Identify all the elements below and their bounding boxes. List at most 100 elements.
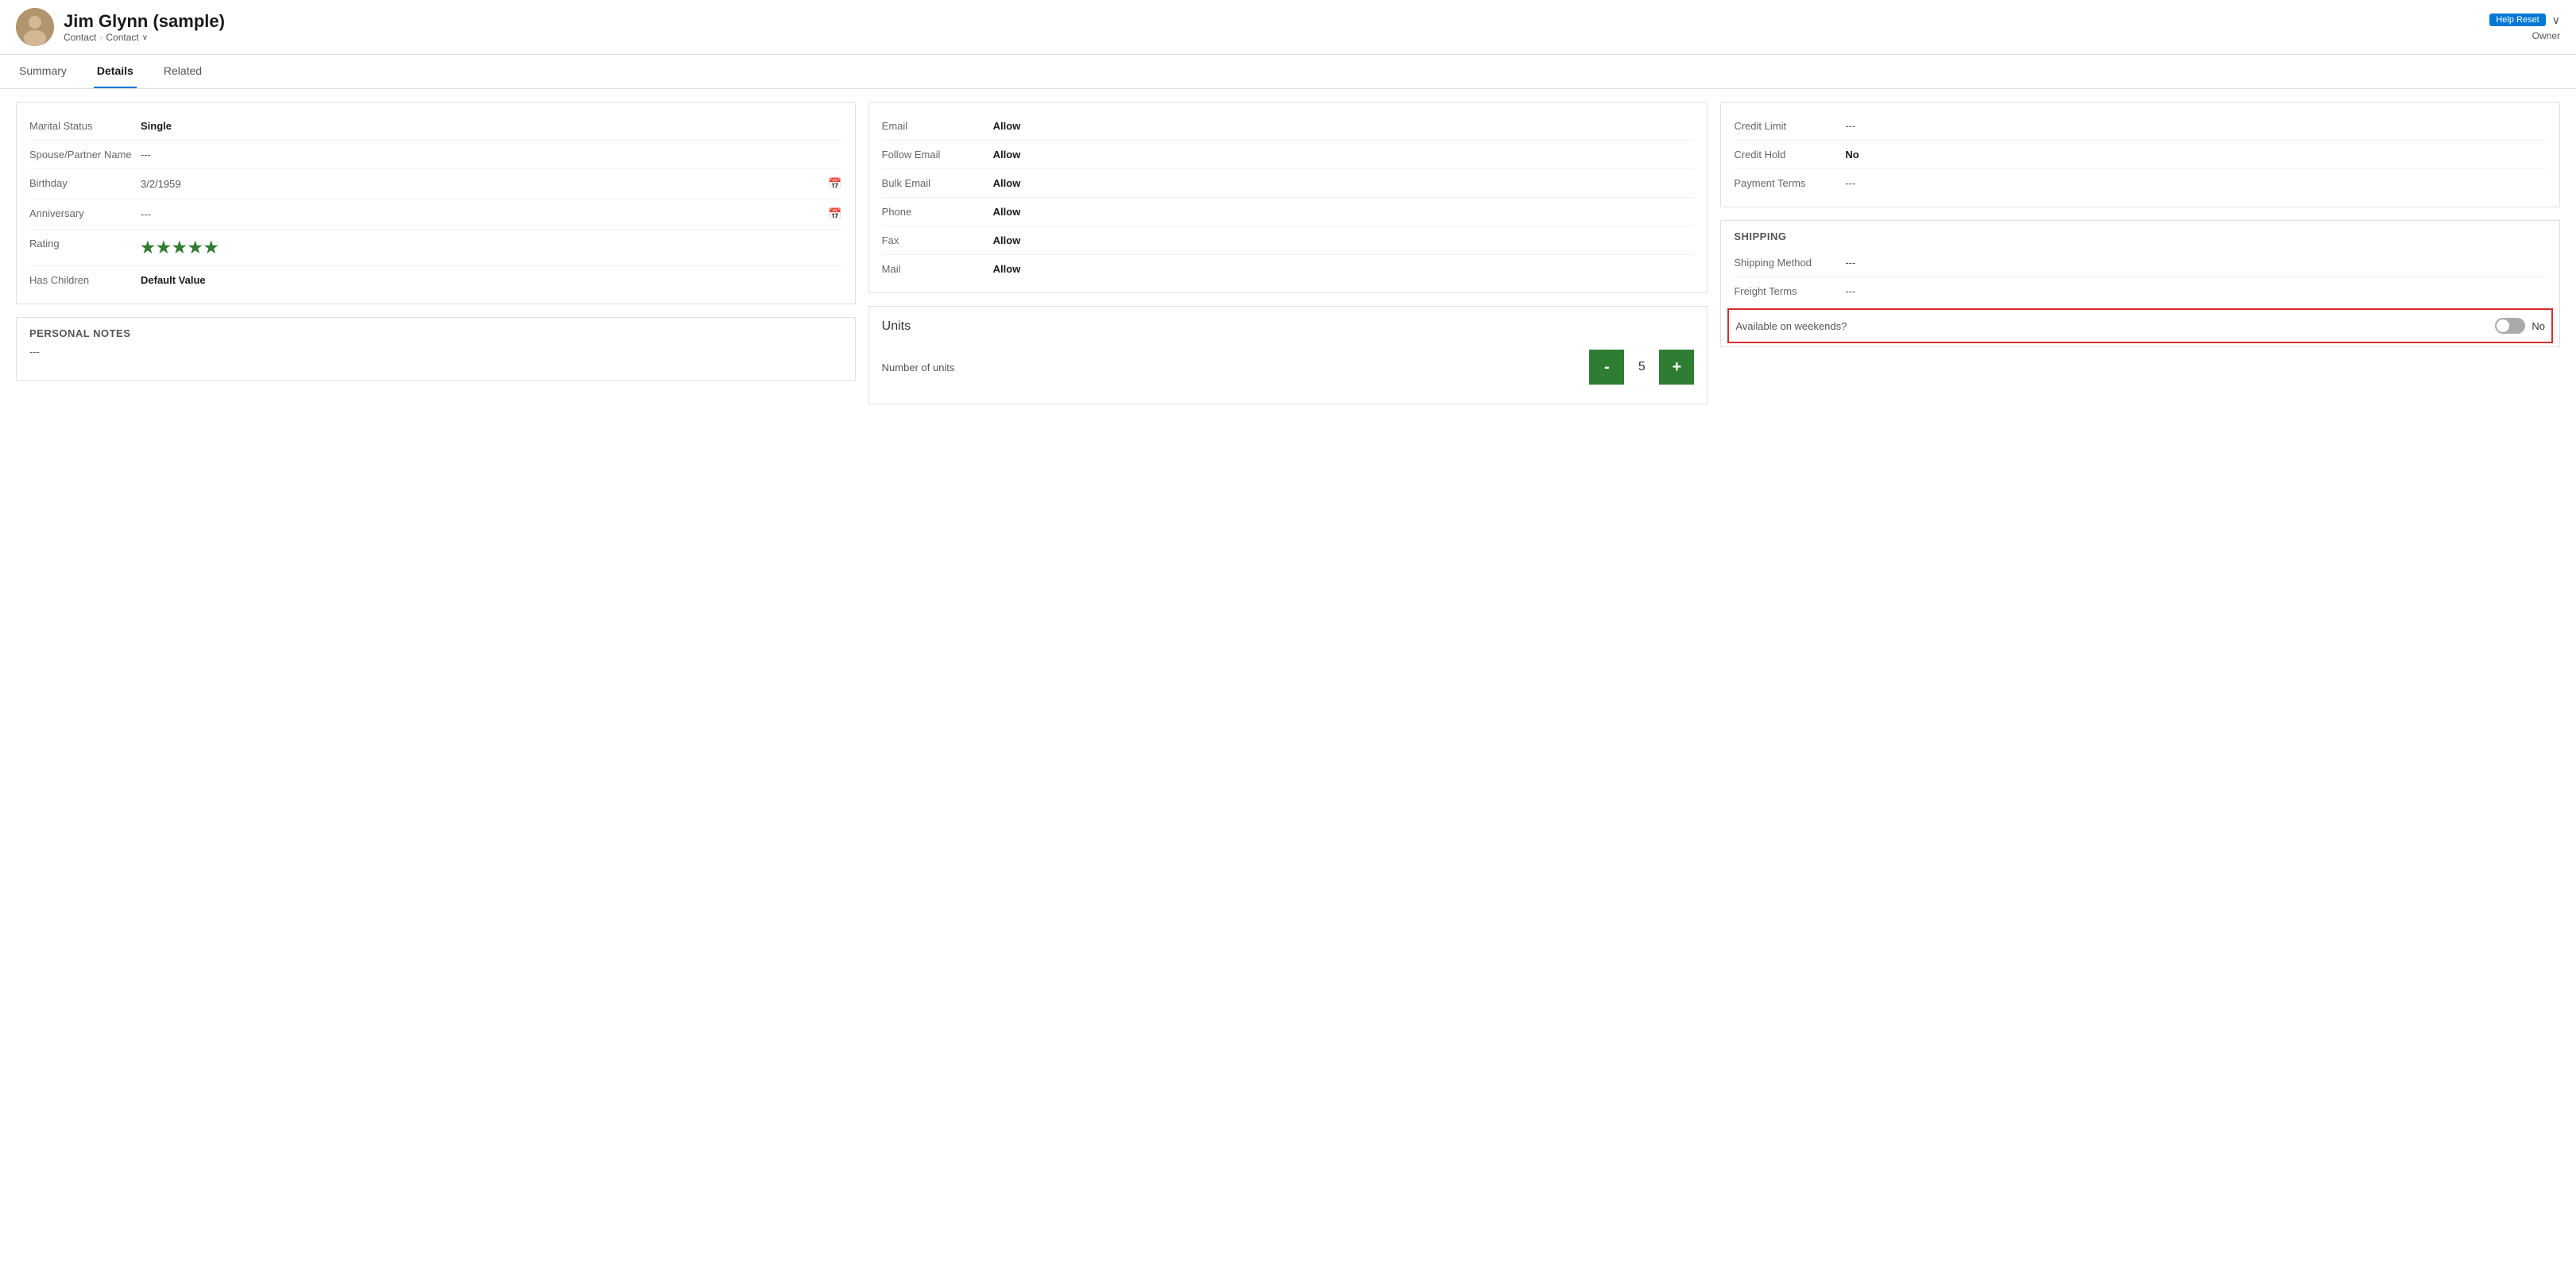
decrement-units-button[interactable]: -	[1589, 350, 1624, 385]
column-1: Marital Status Single Spouse/Partner Nam…	[16, 102, 856, 404]
personal-notes-title: PERSONAL NOTES	[29, 327, 842, 339]
follow-email-value: Allow	[993, 149, 1695, 161]
toggle-thumb	[2497, 319, 2509, 332]
spouse-name-value: ---	[141, 149, 842, 161]
shipping-title: SHIPPING	[1721, 221, 2559, 249]
units-title: Units	[882, 319, 1695, 334]
tab-related[interactable]: Related	[161, 55, 205, 88]
contact-preferences-section: Email Allow Follow Email Allow Bulk Emai…	[869, 103, 1708, 292]
credit-hold-label: Credit Hold	[1734, 149, 1845, 161]
personal-notes-content: ---	[29, 346, 842, 358]
email-pref-label: Email	[882, 120, 993, 132]
tab-summary[interactable]: Summary	[16, 55, 70, 88]
shipping-method-row: Shipping Method ---	[1734, 249, 2547, 277]
mail-pref-value: Allow	[993, 263, 1695, 275]
avatar	[16, 8, 54, 46]
personal-info-section: Marital Status Single Spouse/Partner Nam…	[17, 103, 855, 304]
birthday-date: 3/2/1959	[141, 178, 181, 190]
header-expand-icon[interactable]: ∨	[2552, 14, 2560, 27]
spouse-name-row: Spouse/Partner Name ---	[29, 141, 842, 169]
email-pref-value: Allow	[993, 120, 1695, 132]
bulk-email-value: Allow	[993, 177, 1695, 189]
entity-type2: Contact	[106, 32, 138, 43]
phone-pref-label: Phone	[882, 206, 993, 218]
freight-terms-value: ---	[1845, 285, 2547, 297]
marital-status-value: Single	[141, 120, 842, 132]
toggle-track[interactable]	[2495, 318, 2525, 334]
available-weekends-label: Available on weekends?	[1735, 320, 2495, 332]
number-of-units-label: Number of units	[882, 362, 1590, 373]
main-grid: Marital Status Single Spouse/Partner Nam…	[0, 89, 2576, 417]
column-3: Credit Limit --- Credit Hold No Payment …	[1720, 102, 2560, 404]
units-card: Units Number of units - 5 +	[868, 306, 1708, 404]
freight-terms-label: Freight Terms	[1734, 285, 1845, 297]
tab-bar: Summary Details Related	[0, 55, 2576, 89]
page-header: Jim Glynn (sample) Contact · Contact ∨ H…	[0, 0, 2576, 55]
follow-email-row: Follow Email Allow	[882, 141, 1695, 169]
rating-stars[interactable]: ★★★★★	[141, 238, 220, 257]
header-info: Jim Glynn (sample) Contact · Contact ∨	[64, 11, 2489, 43]
spouse-name-label: Spouse/Partner Name	[29, 149, 141, 161]
personal-notes-card: PERSONAL NOTES ---	[16, 317, 856, 381]
email-pref-row: Email Allow	[882, 112, 1695, 141]
contact-name: Jim Glynn (sample)	[64, 11, 2489, 32]
entity-chevron-icon[interactable]: ∨	[142, 33, 148, 42]
available-weekends-row: Available on weekends? No	[1727, 308, 2553, 343]
shipping-card: SHIPPING Shipping Method --- Freight Ter…	[1720, 220, 2560, 347]
rating-label: Rating	[29, 238, 141, 249]
marital-status-label: Marital Status	[29, 120, 141, 132]
tab-details[interactable]: Details	[94, 55, 137, 88]
increment-units-button[interactable]: +	[1659, 350, 1694, 385]
payment-terms-row: Payment Terms ---	[1734, 169, 2547, 197]
header-subtitle: Contact · Contact ∨	[64, 32, 2489, 43]
billing-card: Credit Limit --- Credit Hold No Payment …	[1720, 102, 2560, 207]
bulk-email-label: Bulk Email	[882, 177, 993, 189]
separator-dot: ·	[99, 32, 102, 43]
bulk-email-row: Bulk Email Allow	[882, 169, 1695, 198]
credit-limit-label: Credit Limit	[1734, 120, 1845, 132]
rating-value: ★★★★★	[141, 238, 842, 257]
contact-preferences-card: Email Allow Follow Email Allow Bulk Emai…	[868, 102, 1708, 293]
birthday-label: Birthday	[29, 177, 141, 189]
mail-pref-row: Mail Allow	[882, 255, 1695, 283]
credit-limit-row: Credit Limit ---	[1734, 112, 2547, 141]
shipping-fields: Shipping Method --- Freight Terms ---	[1721, 249, 2559, 305]
fax-pref-label: Fax	[882, 234, 993, 246]
column-2: Email Allow Follow Email Allow Bulk Emai…	[868, 102, 1708, 404]
header-right: Help Reset ∨ Owner	[2489, 14, 2560, 41]
owner-label: Owner	[2532, 30, 2560, 41]
number-of-units-row: Number of units - 5 +	[882, 343, 1695, 391]
anniversary-value: --- 📅	[141, 207, 842, 221]
birthday-value: 3/2/1959 📅	[141, 177, 842, 191]
phone-pref-row: Phone Allow	[882, 198, 1695, 226]
freight-terms-row: Freight Terms ---	[1734, 277, 2547, 305]
units-controls: - 5 +	[1589, 350, 1694, 385]
fax-pref-value: Allow	[993, 234, 1695, 246]
phone-pref-value: Allow	[993, 206, 1695, 218]
fax-pref-row: Fax Allow	[882, 226, 1695, 255]
available-weekends-value: No	[2532, 320, 2545, 332]
anniversary-row: Anniversary --- 📅	[29, 199, 842, 230]
has-children-row: Has Children Default Value	[29, 266, 842, 294]
payment-terms-value: ---	[1845, 177, 2547, 189]
has-children-value: Default Value	[141, 274, 842, 286]
birthday-calendar-icon[interactable]: 📅	[828, 177, 841, 191]
anniversary-calendar-icon[interactable]: 📅	[828, 207, 841, 221]
payment-terms-label: Payment Terms	[1734, 177, 1845, 189]
billing-section: Credit Limit --- Credit Hold No Payment …	[1721, 103, 2559, 207]
credit-hold-value: No	[1845, 149, 2547, 161]
shipping-method-label: Shipping Method	[1734, 257, 1845, 269]
marital-status-row: Marital Status Single	[29, 112, 842, 141]
credit-hold-row: Credit Hold No	[1734, 141, 2547, 169]
has-children-label: Has Children	[29, 274, 141, 286]
units-value: 5	[1624, 360, 1659, 374]
rating-row: Rating ★★★★★	[29, 230, 842, 266]
follow-email-label: Follow Email	[882, 149, 993, 161]
entity-type1: Contact	[64, 32, 96, 43]
birthday-row: Birthday 3/2/1959 📅	[29, 169, 842, 199]
available-weekends-toggle[interactable]: No	[2495, 318, 2545, 334]
mail-pref-label: Mail	[882, 263, 993, 275]
anniversary-label: Anniversary	[29, 207, 141, 219]
personal-info-card: Marital Status Single Spouse/Partner Nam…	[16, 102, 856, 304]
help-reset-badge[interactable]: Help Reset	[2489, 14, 2545, 26]
